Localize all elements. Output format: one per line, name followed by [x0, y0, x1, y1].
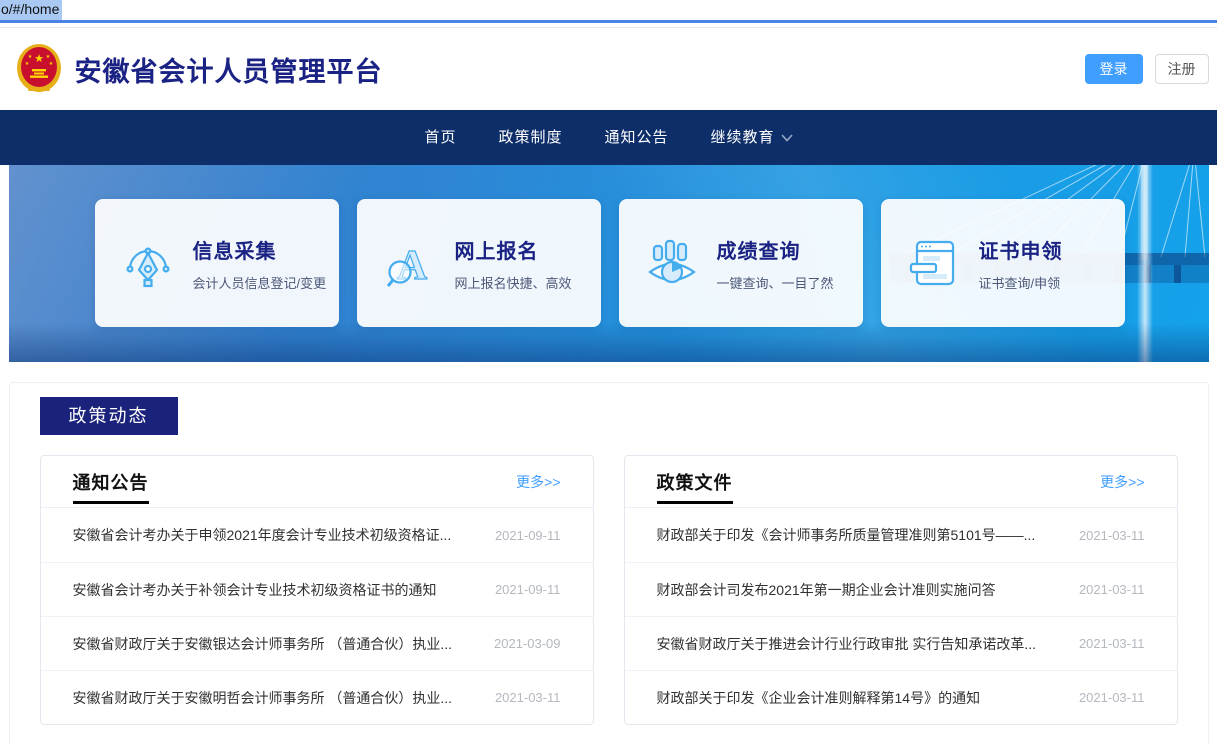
- page-title: 安徽省会计人员管理平台: [75, 50, 383, 89]
- list-item[interactable]: 财政部关于印发《会计师事务所质量管理准则第5101号——... 2021-03-…: [625, 508, 1177, 562]
- quick-card-info-collection[interactable]: 信息采集 会计人员信息登记/变更: [95, 199, 339, 327]
- news-title[interactable]: 安徽省会计考办关于申领2021年度会计专业技术初级资格证...: [73, 525, 452, 545]
- card-subtitle: 会计人员信息登记/变更: [193, 273, 327, 292]
- list-item[interactable]: 安徽省财政厅关于推进会计行业行政审批 实行告知承诺改革... 2021-03-1…: [625, 616, 1177, 670]
- card-title: 成绩查询: [717, 235, 834, 264]
- login-button[interactable]: 登录: [1085, 54, 1143, 84]
- main-nav: 首页 政策制度 通知公告 继续教育: [0, 110, 1217, 165]
- panel-title: 政策文件: [657, 469, 733, 504]
- pen-tool-icon: [121, 236, 175, 290]
- nav-item-label: 继续教育: [711, 110, 775, 165]
- notices-panel: 通知公告 更多>> 安徽省会计考办关于申领2021年度会计专业技术初级资格证..…: [40, 455, 594, 725]
- svg-text:★: ★: [27, 54, 32, 60]
- card-subtitle: 一键查询、一目了然: [717, 273, 834, 292]
- list-item[interactable]: 安徽省会计考办关于补领会计专业技术初级资格证书的通知 2021-09-11: [41, 562, 593, 616]
- hero-banner: 信息采集 会计人员信息登记/变更 A 网上报名 网上报名快捷、高效: [9, 165, 1209, 362]
- news-date: 2021-03-11: [1079, 636, 1145, 651]
- card-subtitle: 网上报名快捷、高效: [455, 273, 572, 292]
- news-date: 2021-03-11: [495, 690, 561, 705]
- news-date: 2021-03-11: [1079, 528, 1145, 543]
- panel-title: 通知公告: [73, 469, 149, 504]
- news-date: 2021-03-09: [494, 636, 561, 651]
- policy-files-more-link[interactable]: 更多>>: [1100, 472, 1144, 492]
- card-title: 信息采集: [193, 235, 327, 264]
- nav-item-label: 首页: [424, 110, 456, 165]
- policy-section: 政策动态 通知公告 更多>> 安徽省会计考办关于申领2021年度会计专业技术初级…: [9, 382, 1209, 744]
- certificate-window-icon: [907, 236, 961, 290]
- nav-item-label: 通知公告: [605, 110, 669, 165]
- news-title[interactable]: 财政部会计司发布2021年第一期企业会计准则实施问答: [657, 580, 996, 600]
- quick-card-score-query[interactable]: 成绩查询 一键查询、一目了然: [619, 199, 863, 327]
- card-title: 证书申领: [979, 235, 1063, 264]
- list-item[interactable]: 财政部会计司发布2021年第一期企业会计准则实施问答 2021-03-11: [625, 562, 1177, 616]
- nav-item-home[interactable]: 首页: [403, 110, 477, 165]
- svg-text:★: ★: [24, 61, 29, 67]
- nav-item-continuing-education[interactable]: 继续教育: [690, 110, 814, 165]
- news-date: 2021-03-11: [1079, 582, 1145, 597]
- tab-policy-news[interactable]: 政策动态: [40, 397, 178, 435]
- svg-text:★: ★: [48, 61, 53, 67]
- nav-item-notices[interactable]: 通知公告: [584, 110, 690, 165]
- card-title: 网上报名: [455, 235, 572, 264]
- eye-chart-icon: [645, 236, 699, 290]
- news-date: 2021-09-11: [495, 582, 561, 597]
- list-item[interactable]: 财政部关于印发《企业会计准则解释第14号》的通知 2021-03-11: [625, 670, 1177, 724]
- list-item[interactable]: 安徽省财政厅关于安徽银达会计师事务所 （普通合伙）执业... 2021-03-0…: [41, 616, 593, 670]
- svg-text:★: ★: [45, 54, 50, 60]
- news-title[interactable]: 安徽省财政厅关于安徽银达会计师事务所 （普通合伙）执业...: [73, 634, 453, 654]
- nav-item-label: 政策制度: [498, 110, 562, 165]
- national-emblem-logo: ★ ★ ★ ★ ★: [15, 43, 63, 95]
- svg-text:★: ★: [34, 53, 44, 65]
- list-item[interactable]: 安徽省会计考办关于申领2021年度会计专业技术初级资格证... 2021-09-…: [41, 508, 593, 562]
- url-selected-text[interactable]: o/#/home: [0, 0, 62, 20]
- policy-files-panel: 政策文件 更多>> 财政部关于印发《会计师事务所质量管理准则第5101号——..…: [624, 455, 1178, 725]
- news-title[interactable]: 安徽省财政厅关于推进会计行业行政审批 实行告知承诺改革...: [657, 634, 1037, 654]
- nav-item-policy[interactable]: 政策制度: [477, 110, 583, 165]
- letter-a-magnifier-icon: A: [383, 236, 437, 290]
- site-header: ★ ★ ★ ★ ★ 安徽省会计人员管理平台 登录 注册: [0, 27, 1217, 110]
- list-item[interactable]: 安徽省财政厅关于安徽明哲会计师事务所 （普通合伙）执业... 2021-03-1…: [41, 670, 593, 724]
- news-title[interactable]: 安徽省财政厅关于安徽明哲会计师事务所 （普通合伙）执业...: [73, 688, 453, 708]
- news-title[interactable]: 安徽省会计考办关于补领会计专业技术初级资格证书的通知: [73, 580, 437, 600]
- news-date: 2021-03-11: [1079, 690, 1145, 705]
- quick-card-certificate-claim[interactable]: 证书申领 证书查询/申领: [881, 199, 1125, 327]
- browser-address-strip: o/#/home: [0, 0, 1217, 20]
- news-date: 2021-09-11: [495, 528, 561, 543]
- news-title[interactable]: 财政部关于印发《企业会计准则解释第14号》的通知: [657, 688, 981, 708]
- notices-more-link[interactable]: 更多>>: [516, 472, 560, 492]
- card-subtitle: 证书查询/申领: [979, 273, 1063, 292]
- register-button[interactable]: 注册: [1155, 54, 1209, 84]
- chevron-down-icon: [781, 134, 793, 142]
- news-title[interactable]: 财政部关于印发《会计师事务所质量管理准则第5101号——...: [657, 525, 1036, 545]
- quick-card-online-registration[interactable]: A 网上报名 网上报名快捷、高效: [357, 199, 601, 327]
